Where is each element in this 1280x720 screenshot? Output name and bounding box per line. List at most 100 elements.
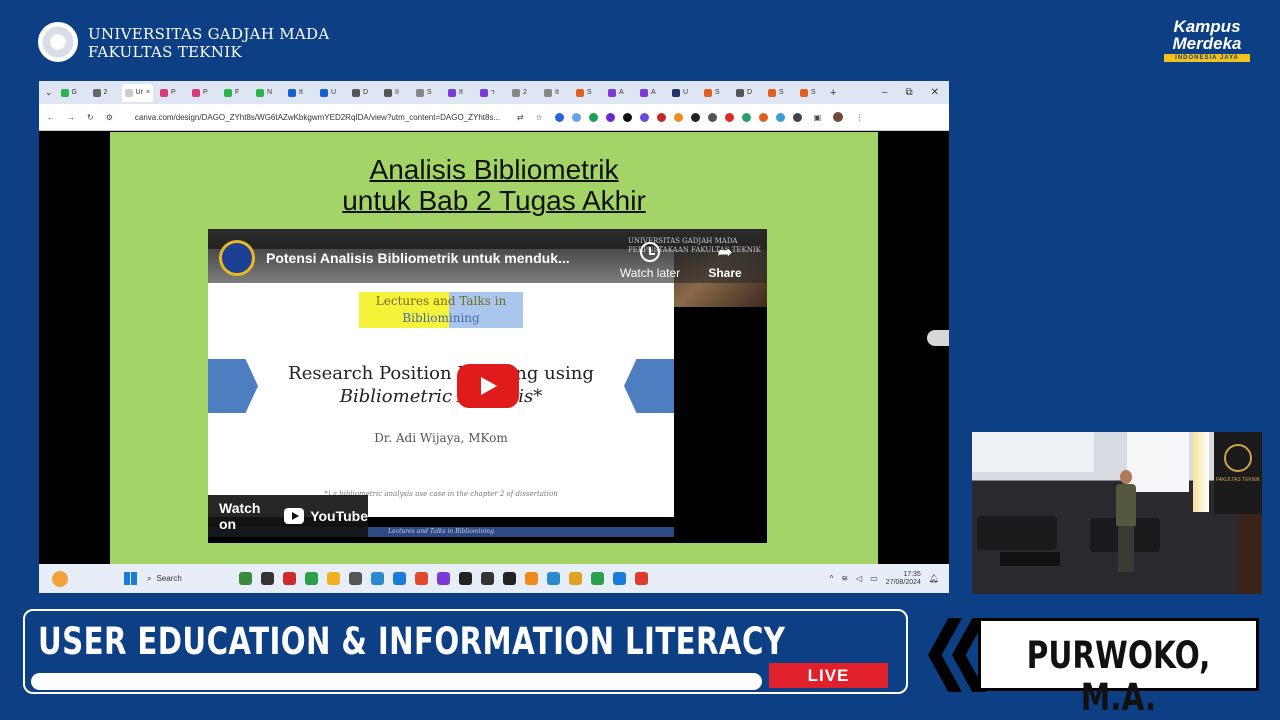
browser-tab[interactable]: S — [413, 84, 441, 102]
taskbar-app-icon[interactable] — [569, 572, 582, 585]
share-button[interactable]: ➦ Share — [703, 242, 747, 280]
taskbar-clock[interactable]: 17:35 27/08/2024 — [886, 571, 921, 587]
extension-icon[interactable] — [724, 112, 734, 122]
taskbar-app-icon[interactable] — [437, 572, 450, 585]
speaker-name-panel: PURWOKO, M.A. — [978, 618, 1259, 719]
taskbar-app-icon[interactable] — [547, 572, 560, 585]
taskbar-app-icon[interactable] — [591, 572, 604, 585]
coffee-table — [1000, 552, 1060, 566]
battery-icon[interactable]: ▭ — [870, 574, 878, 583]
url-field[interactable]: canva.com/design/DAGO_ZYht8s/WG6tAZwKbkg… — [125, 107, 505, 127]
browser-tab[interactable]: D — [733, 84, 761, 102]
extension-icon[interactable] — [639, 112, 649, 122]
video-title-link[interactable]: Potensi Analisis Bibliometrik untuk mend… — [266, 250, 570, 266]
extension-icon[interactable] — [622, 112, 632, 122]
close-window-button[interactable]: ✕ — [931, 87, 939, 98]
extension-icon[interactable] — [605, 112, 615, 122]
extension-icon[interactable] — [554, 112, 564, 122]
taskbar-app-icon[interactable] — [525, 572, 538, 585]
extension-icon[interactable] — [690, 112, 700, 122]
tab-favicon-icon — [124, 88, 133, 97]
tab-favicon-icon — [512, 88, 521, 97]
weather-widget-icon[interactable] — [52, 570, 68, 587]
browser-tab[interactable]: P — [157, 84, 185, 102]
taskbar-app-icon[interactable] — [415, 572, 428, 585]
tab-search-icon[interactable]: ⌄ — [45, 87, 53, 98]
rp-line1: Research Position Mapping using — [288, 363, 594, 384]
browser-tab[interactable]: G — [58, 84, 86, 102]
taskbar-app-icon[interactable] — [481, 572, 494, 585]
lower-third-title-panel: USER EDUCATION & INFORMATION LITERACY LI… — [23, 609, 908, 694]
browser-tab[interactable]: F — [221, 84, 249, 102]
browser-tab[interactable]: ר — [477, 84, 505, 102]
browser-tab[interactable]: 2 — [509, 84, 537, 102]
browser-tab[interactable]: D — [349, 84, 377, 102]
side-panel-handle[interactable] — [927, 330, 949, 346]
forward-button[interactable]: → — [67, 113, 75, 122]
browser-tab[interactable]: It — [285, 84, 313, 102]
taskbar-app-icon[interactable] — [239, 572, 252, 585]
new-tab-button[interactable]: + — [830, 87, 836, 99]
youtube-embed[interactable]: Lectures and Talks in Bibliomining Resea… — [208, 229, 767, 543]
taskbar-app-icon[interactable] — [393, 572, 406, 585]
taskbar-app-icon[interactable] — [371, 572, 384, 585]
browser-tab[interactable]: A — [637, 84, 665, 102]
browser-tab[interactable]: It — [541, 84, 569, 102]
browser-tab[interactable]: A — [605, 84, 633, 102]
watch-on-youtube-button[interactable]: Watch on YouTube — [208, 495, 368, 537]
browser-tab[interactable]: U — [317, 84, 345, 102]
taskbar-app-icon[interactable] — [305, 572, 318, 585]
browser-tab[interactable]: II — [381, 84, 409, 102]
extension-icon[interactable] — [571, 112, 581, 122]
browser-tab[interactable]: P — [189, 84, 217, 102]
extension-icon[interactable] — [758, 112, 768, 122]
browser-tab[interactable]: S — [701, 84, 729, 102]
taskbar-app-icon[interactable] — [327, 572, 340, 585]
browser-tab[interactable]: N — [253, 84, 281, 102]
taskbar-search[interactable]: ⌕ Search — [147, 574, 227, 584]
bookmark-star-icon[interactable]: ☆ — [536, 113, 543, 122]
channel-avatar[interactable] — [219, 240, 255, 276]
browser-tab[interactable]: It — [445, 84, 473, 102]
watch-later-button[interactable]: Watch later — [618, 242, 682, 280]
menu-kebab-icon[interactable]: ⋮ — [855, 113, 863, 122]
minimize-button[interactable]: – — [882, 87, 888, 98]
extension-icon[interactable] — [741, 112, 751, 122]
back-button[interactable]: ← — [47, 113, 55, 122]
browser-tab[interactable]: S — [573, 84, 601, 102]
browser-tab[interactable]: 2 — [90, 84, 118, 102]
profile-avatar[interactable] — [833, 112, 844, 122]
tray-chevron-icon[interactable]: ^ — [830, 574, 834, 583]
browser-tab[interactable]: U — [669, 84, 697, 102]
browser-tab[interactable]: Ur × — [121, 83, 154, 102]
extension-icon[interactable] — [656, 112, 666, 122]
tab-close-icon[interactable]: × — [146, 89, 150, 96]
browser-window: ⌄ G 2 Ur × P P F N It U D II S It ר 2 It S A A U S D S S + – ⧉ ✕… — [39, 81, 949, 593]
puzzle-extensions-icon[interactable]: ▣ — [814, 113, 822, 122]
extension-icon[interactable] — [707, 112, 717, 122]
volume-icon[interactable]: ◁ — [856, 574, 862, 583]
maximize-button[interactable]: ⧉ — [905, 87, 912, 98]
reload-button[interactable]: ↻ — [87, 113, 94, 122]
browser-tab[interactable]: S — [765, 84, 793, 102]
tab-favicon-icon — [416, 88, 425, 97]
taskbar-app-icon[interactable] — [613, 572, 626, 585]
start-button-icon[interactable] — [124, 572, 137, 585]
site-info-icon[interactable]: ⚙ — [106, 113, 113, 122]
play-button-icon[interactable] — [457, 364, 519, 408]
browser-tab[interactable]: S — [797, 84, 825, 102]
taskbar-app-icon[interactable] — [283, 572, 296, 585]
extension-icon[interactable] — [588, 112, 598, 122]
extension-icon[interactable] — [775, 112, 785, 122]
notification-bell-icon[interactable]: 🔔︎ — [929, 574, 939, 583]
tab-label: U — [683, 89, 689, 96]
wifi-icon[interactable]: ≋ — [841, 574, 848, 583]
taskbar-app-icon[interactable] — [261, 572, 274, 585]
extension-icon[interactable] — [792, 112, 802, 122]
taskbar-app-icon[interactable] — [349, 572, 362, 585]
taskbar-app-icon[interactable] — [503, 572, 516, 585]
taskbar-app-icon[interactable] — [635, 572, 648, 585]
extension-icon[interactable] — [673, 112, 683, 122]
translate-icon[interactable]: ⇄ — [517, 113, 524, 122]
taskbar-app-icon[interactable] — [459, 572, 472, 585]
